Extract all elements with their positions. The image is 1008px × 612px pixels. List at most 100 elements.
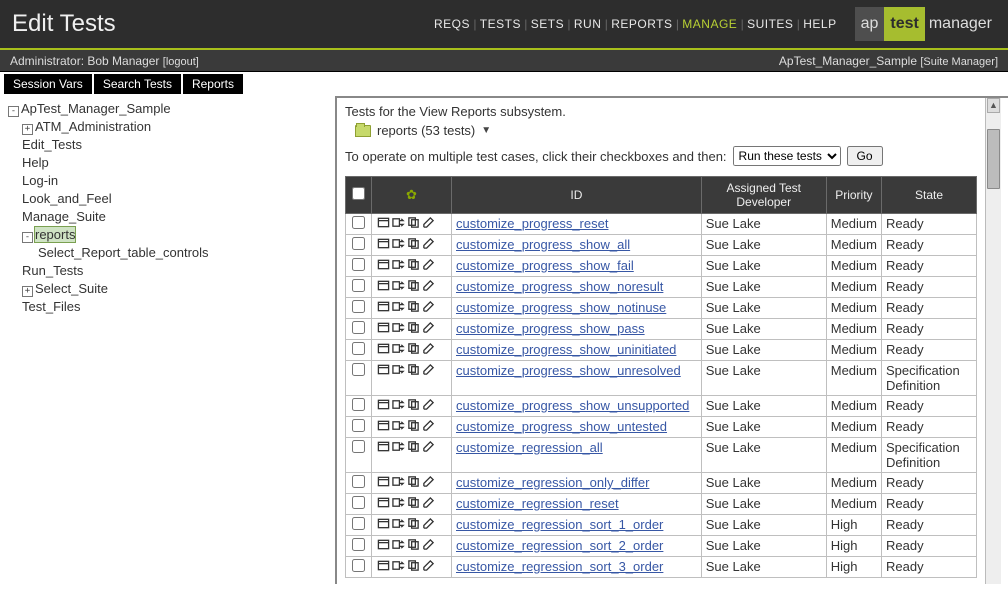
edit-icon[interactable] <box>421 342 435 356</box>
row-checkbox[interactable] <box>352 321 365 334</box>
copy-icon[interactable] <box>406 419 420 433</box>
move-icon[interactable] <box>391 237 405 251</box>
edit-icon[interactable] <box>421 279 435 293</box>
edit-icon[interactable] <box>421 419 435 433</box>
tree-toggle-icon[interactable]: - <box>22 232 33 243</box>
copy-icon[interactable] <box>406 517 420 531</box>
test-id-link[interactable]: customize_progress_show_pass <box>456 321 645 336</box>
test-id-link[interactable]: customize_regression_all <box>456 440 603 455</box>
copy-icon[interactable] <box>406 216 420 230</box>
nav-tests[interactable]: TESTS <box>480 17 521 31</box>
test-id-link[interactable]: customize_regression_reset <box>456 496 619 511</box>
test-id-link[interactable]: customize_progress_show_notinuse <box>456 300 666 315</box>
edit-icon[interactable] <box>421 475 435 489</box>
edit-icon[interactable] <box>421 300 435 314</box>
row-checkbox[interactable] <box>352 342 365 355</box>
nav-help[interactable]: HELP <box>803 17 836 31</box>
view-icon[interactable] <box>376 475 390 489</box>
edit-icon[interactable] <box>421 398 435 412</box>
row-checkbox[interactable] <box>352 258 365 271</box>
tree-toggle-icon[interactable]: + <box>22 286 33 297</box>
row-checkbox[interactable] <box>352 300 365 313</box>
copy-icon[interactable] <box>406 321 420 335</box>
tree-item-run_tests[interactable]: Run_Tests <box>8 262 326 280</box>
test-id-link[interactable]: customize_regression_only_differ <box>456 475 649 490</box>
copy-icon[interactable] <box>406 538 420 552</box>
tree-item-test_files[interactable]: Test_Files <box>8 298 326 316</box>
row-checkbox[interactable] <box>352 237 365 250</box>
tree-item-select_report_table_controls[interactable]: Select_Report_table_controls <box>8 244 326 262</box>
edit-icon[interactable] <box>421 538 435 552</box>
view-icon[interactable] <box>376 559 390 573</box>
view-icon[interactable] <box>376 321 390 335</box>
row-checkbox[interactable] <box>352 279 365 292</box>
view-icon[interactable] <box>376 363 390 377</box>
nav-reports[interactable]: REPORTS <box>611 17 672 31</box>
tree-collapse-icon[interactable]: - <box>8 106 19 117</box>
copy-icon[interactable] <box>406 258 420 272</box>
test-id-link[interactable]: customize_regression_sort_2_order <box>456 538 663 553</box>
dropdown-icon[interactable]: ▼ <box>481 125 491 136</box>
edit-icon[interactable] <box>421 216 435 230</box>
edit-icon[interactable] <box>421 440 435 454</box>
scroll-up-icon[interactable]: ▲ <box>987 98 1000 113</box>
tree-item-atm_administration[interactable]: +ATM_Administration <box>8 118 326 136</box>
copy-icon[interactable] <box>406 398 420 412</box>
move-icon[interactable] <box>391 440 405 454</box>
move-icon[interactable] <box>391 258 405 272</box>
copy-icon[interactable] <box>406 440 420 454</box>
move-icon[interactable] <box>391 300 405 314</box>
move-icon[interactable] <box>391 342 405 356</box>
nav-reqs[interactable]: REQS <box>434 17 470 31</box>
move-icon[interactable] <box>391 398 405 412</box>
test-id-link[interactable]: customize_regression_sort_1_order <box>456 517 663 532</box>
move-icon[interactable] <box>391 279 405 293</box>
edit-icon[interactable] <box>421 237 435 251</box>
edit-icon[interactable] <box>421 363 435 377</box>
view-icon[interactable] <box>376 496 390 510</box>
nav-run[interactable]: RUN <box>574 17 602 31</box>
nav-sets[interactable]: SETS <box>531 17 564 31</box>
test-id-link[interactable]: customize_progress_reset <box>456 216 608 231</box>
tree-item-edit_tests[interactable]: Edit_Tests <box>8 136 326 154</box>
suite-manager-link[interactable]: [Suite Manager] <box>920 56 998 68</box>
tree-item-reports[interactable]: -reports <box>8 226 326 244</box>
nav-suites[interactable]: SUITES <box>747 17 793 31</box>
test-id-link[interactable]: customize_progress_show_unresolved <box>456 363 681 378</box>
move-icon[interactable] <box>391 216 405 230</box>
test-id-link[interactable]: customize_progress_show_uninitiated <box>456 342 676 357</box>
copy-icon[interactable] <box>406 559 420 573</box>
move-icon[interactable] <box>391 559 405 573</box>
nav-manage[interactable]: MANAGE <box>682 17 737 31</box>
action-select[interactable]: Run these tests <box>733 146 841 166</box>
edit-icon[interactable] <box>421 559 435 573</box>
view-icon[interactable] <box>376 342 390 356</box>
row-checkbox[interactable] <box>352 363 365 376</box>
edit-icon[interactable] <box>421 321 435 335</box>
row-checkbox[interactable] <box>352 398 365 411</box>
test-id-link[interactable]: customize_progress_show_untested <box>456 419 667 434</box>
copy-icon[interactable] <box>406 363 420 377</box>
view-icon[interactable] <box>376 237 390 251</box>
logout-link[interactable]: [logout] <box>163 56 199 68</box>
move-icon[interactable] <box>391 363 405 377</box>
row-checkbox[interactable] <box>352 475 365 488</box>
move-icon[interactable] <box>391 496 405 510</box>
edit-icon[interactable] <box>421 496 435 510</box>
copy-icon[interactable] <box>406 342 420 356</box>
go-button[interactable]: Go <box>847 146 883 166</box>
tab-reports[interactable]: Reports <box>183 74 243 94</box>
view-icon[interactable] <box>376 440 390 454</box>
row-checkbox[interactable] <box>352 496 365 509</box>
view-icon[interactable] <box>376 398 390 412</box>
view-icon[interactable] <box>376 538 390 552</box>
folder-title[interactable]: reports (53 tests) <box>377 123 475 138</box>
tree-item-log-in[interactable]: Log-in <box>8 172 326 190</box>
row-checkbox[interactable] <box>352 538 365 551</box>
copy-icon[interactable] <box>406 237 420 251</box>
tree-toggle-icon[interactable]: + <box>22 124 33 135</box>
edit-icon[interactable] <box>421 517 435 531</box>
vertical-scrollbar[interactable]: ▲ <box>985 98 1001 584</box>
view-icon[interactable] <box>376 216 390 230</box>
test-id-link[interactable]: customize_regression_sort_3_order <box>456 559 663 574</box>
